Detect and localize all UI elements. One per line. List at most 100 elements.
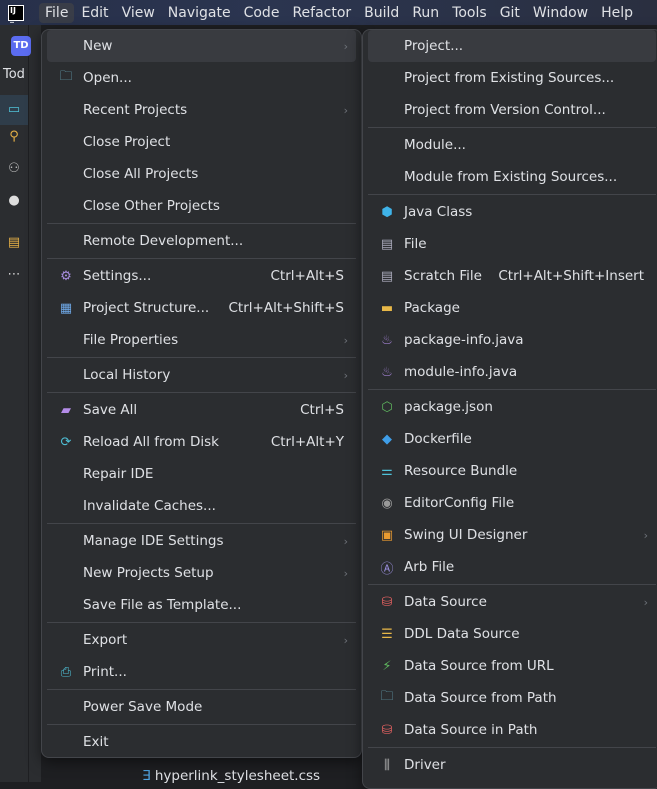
menu-git[interactable]: Git xyxy=(494,3,526,23)
menu-item-project-from-version-control[interactable]: Project from Version Control... xyxy=(368,94,656,126)
menu-item-scratch-file[interactable]: ▤ Scratch File Ctrl+Alt+Shift+Insert xyxy=(368,260,656,292)
menu-item-manage-ide-settings[interactable]: Manage IDE Settings › xyxy=(47,525,356,557)
plug-icon: ⚡ xyxy=(382,658,392,674)
menu-item-label: Save All xyxy=(83,402,138,418)
intellij-logo-icon[interactable]: IJ _ xyxy=(8,4,24,22)
chevron-right-icon: › xyxy=(643,595,648,609)
menu-item-editorconfig-file[interactable]: ◉ EditorConfig File xyxy=(368,487,656,519)
menu-item-print[interactable]: ⎙ Print... xyxy=(47,656,356,688)
menu-item-swing-ui-designer[interactable]: ▣ Swing UI Designer › xyxy=(368,519,656,551)
file-menu: New › 🗀 Open... Recent Projects › Close Projec… xyxy=(41,29,362,758)
menu-item-file[interactable]: ▤ File xyxy=(368,228,656,260)
menu-item-driver[interactable]: ⫼ Driver xyxy=(368,749,656,781)
menu-item-module-info-java[interactable]: ♨ module-info.java xyxy=(368,356,656,388)
menu-item-label: Arb File xyxy=(404,559,455,575)
menu-item-close-all-projects[interactable]: Close All Projects xyxy=(47,158,356,190)
menu-item-label: Java Class xyxy=(404,204,473,220)
menu-item-label: Local History xyxy=(83,367,171,383)
menu-item-label: module-info.java xyxy=(404,364,518,380)
menu-item-export[interactable]: Export › xyxy=(47,624,356,656)
folder-icon: 🗀 xyxy=(380,689,394,704)
menu-item-package-json[interactable]: ⬡ package.json xyxy=(368,391,656,423)
project-tree-item[interactable]: Tod xyxy=(3,67,25,82)
project-icon[interactable]: ▭ xyxy=(0,95,28,125)
menu-item-close-project[interactable]: Close Project xyxy=(47,126,356,158)
menu-help[interactable]: Help xyxy=(595,3,639,23)
menu-item-package[interactable]: ▬ Package xyxy=(368,292,656,324)
shortcut: Ctrl+S xyxy=(300,402,344,418)
menu-item-label: Save File as Template... xyxy=(83,597,242,613)
menu-view[interactable]: View xyxy=(116,3,161,23)
menu-item-project-structure[interactable]: ▦ Project Structure... Ctrl+Alt+Shift+S xyxy=(47,292,356,324)
menu-item-label: Close Other Projects xyxy=(83,198,220,214)
menu-item-label: Power Save Mode xyxy=(83,699,203,715)
menu-item-data-source-in-path[interactable]: ⛁ Data Source in Path xyxy=(368,714,656,746)
menu-item-exit[interactable]: Exit xyxy=(47,726,356,758)
menu-item-project-from-existing-sources[interactable]: Project from Existing Sources... xyxy=(368,62,656,94)
menu-item-local-history[interactable]: Local History › xyxy=(47,359,356,391)
menu-navigate[interactable]: Navigate xyxy=(162,3,237,23)
menu-item-label: Exit xyxy=(83,734,109,750)
menu-item-ddl-data-source[interactable]: ☰ DDL Data Source xyxy=(368,618,656,650)
menu-item-repair-ide[interactable]: Repair IDE xyxy=(47,458,356,490)
menu-refactor[interactable]: Refactor xyxy=(286,3,357,23)
menu-item-arb-file[interactable]: Ⓐ Arb File xyxy=(368,551,656,583)
menu-item-data-source[interactable]: ⛁ Data Source › xyxy=(368,586,656,618)
menu-item-label: Module from Existing Sources... xyxy=(404,169,618,185)
menu-item-save-file-as-template[interactable]: Save File as Template... xyxy=(47,589,356,621)
menu-edit[interactable]: Edit xyxy=(75,3,114,23)
menu-item-recent-projects[interactable]: Recent Projects › xyxy=(47,94,356,126)
menu-item-close-other-projects[interactable]: Close Other Projects xyxy=(47,190,356,222)
resource-bundle-icon: ⚌ xyxy=(381,463,393,479)
menu-file[interactable]: File xyxy=(39,2,75,23)
menu-item-dockerfile[interactable]: ◆ Dockerfile xyxy=(368,423,656,455)
menu-item-label: package.json xyxy=(404,399,493,415)
menu-item-file-properties[interactable]: File Properties › xyxy=(47,324,356,356)
menu-code[interactable]: Code xyxy=(238,3,286,23)
github-icon[interactable]: ● xyxy=(0,193,28,208)
database-tool-icon[interactable]: ▤ xyxy=(0,235,28,250)
menu-run[interactable]: Run xyxy=(406,3,445,23)
commit-icon[interactable]: ⚲ xyxy=(0,129,28,144)
menu-build[interactable]: Build xyxy=(358,3,405,23)
menu-item-label: EditorConfig File xyxy=(404,495,515,511)
menu-item-label: Data Source from Path xyxy=(404,690,557,706)
menu-item-project[interactable]: Project... xyxy=(368,30,656,62)
menu-item-reload-all-from-disk[interactable]: ⟳ Reload All from Disk Ctrl+Alt+Y xyxy=(47,426,356,458)
menu-item-module[interactable]: Module... xyxy=(368,129,656,161)
menu-item-invalidate-caches[interactable]: Invalidate Caches... xyxy=(47,490,356,522)
menu-item-label: Export xyxy=(83,632,128,648)
menu-item-label: Manage IDE Settings xyxy=(83,533,224,549)
menu-item-data-source-from-path[interactable]: 🗀 Data Source from Path xyxy=(368,682,656,714)
menu-item-java-class[interactable]: ⬢ Java Class xyxy=(368,196,656,228)
java-icon: ♨ xyxy=(381,332,393,348)
chevron-right-icon: › xyxy=(343,103,348,117)
menu-item-resource-bundle[interactable]: ⚌ Resource Bundle xyxy=(368,455,656,487)
menu-window[interactable]: Window xyxy=(527,3,594,23)
chevron-right-icon: › xyxy=(343,534,348,548)
menu-item-label: Data Source from URL xyxy=(404,658,554,674)
menu-item-label: Recent Projects xyxy=(83,102,188,118)
arb-icon: Ⓐ xyxy=(380,561,394,577)
menu-item-power-save-mode[interactable]: Power Save Mode xyxy=(47,691,356,723)
menu-item-remote-development[interactable]: Remote Development... xyxy=(47,225,356,257)
menu-item-new[interactable]: New › xyxy=(47,30,356,62)
menu-item-label: Close All Projects xyxy=(83,166,199,182)
menu-item-label: Scratch File xyxy=(404,268,482,284)
menu-item-module-from-existing-sources[interactable]: Module from Existing Sources... xyxy=(368,161,656,193)
project-badge[interactable]: TD xyxy=(11,36,31,56)
java-icon: ♨ xyxy=(381,364,393,380)
more-icon[interactable]: ⋯ xyxy=(0,267,28,282)
menu-item-label: New Projects Setup xyxy=(83,565,214,581)
menu-tools[interactable]: Tools xyxy=(446,3,493,23)
menu-item-open[interactable]: 🗀 Open... xyxy=(47,62,356,94)
menu-item-label: DDL Data Source xyxy=(404,626,520,642)
menu-item-new-projects-setup[interactable]: New Projects Setup › xyxy=(47,557,356,589)
structure-icon[interactable]: ⚇ xyxy=(0,161,28,176)
menu-item-data-source-from-url[interactable]: ⚡ Data Source from URL xyxy=(368,650,656,682)
chevron-right-icon: › xyxy=(343,566,348,580)
menu-item-package-info-java[interactable]: ♨ package-info.java xyxy=(368,324,656,356)
menu-item-settings[interactable]: ⚙ Settings... Ctrl+Alt+S xyxy=(47,260,356,292)
save-icon: ▰ xyxy=(61,402,71,418)
menu-item-save-all[interactable]: ▰ Save All Ctrl+S xyxy=(47,394,356,426)
